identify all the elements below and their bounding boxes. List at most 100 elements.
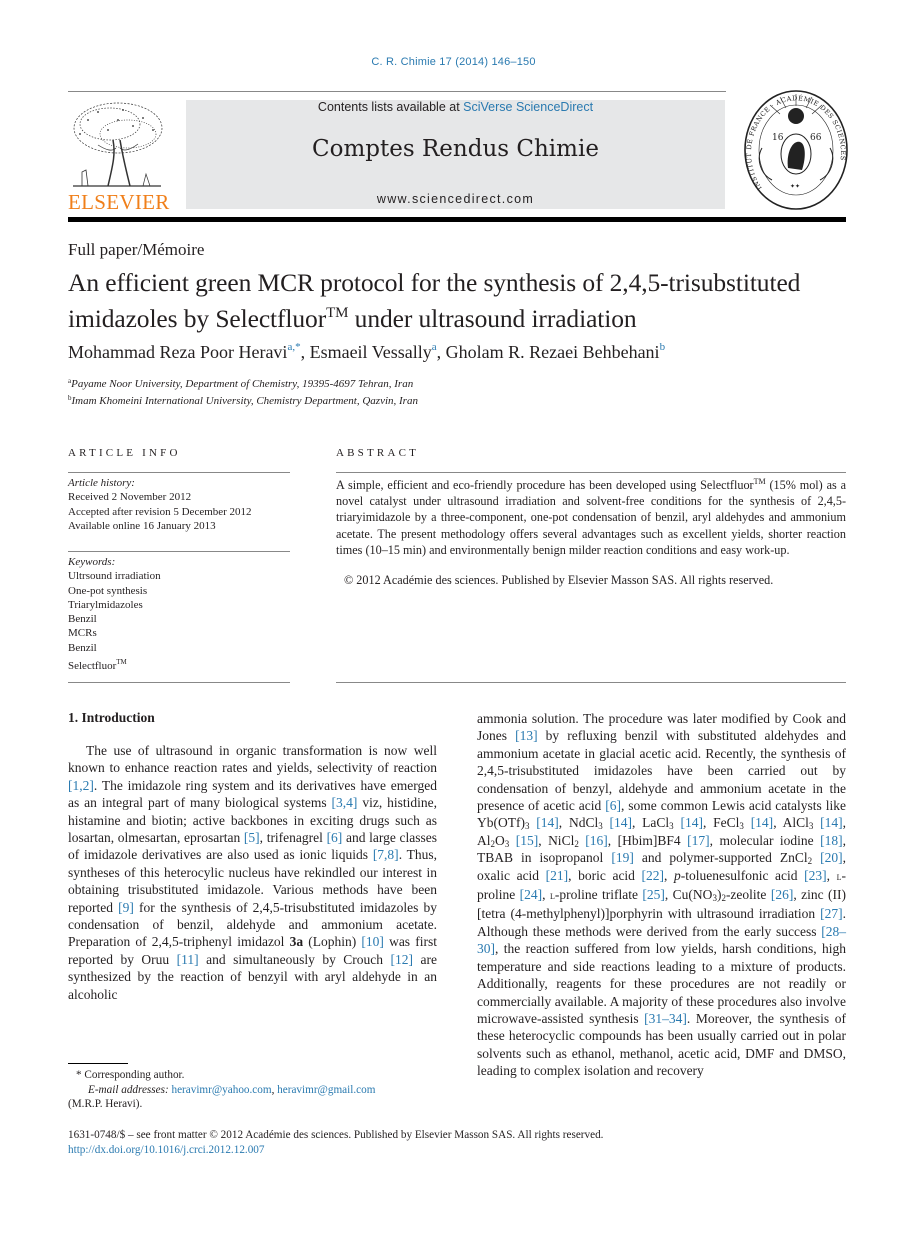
title-line-2-pre: imidazoles by Selectfluor <box>68 304 327 333</box>
affiliation: bImam Khomeini International University,… <box>68 391 418 408</box>
citation-link[interactable]: [31–34] <box>644 1011 687 1026</box>
citation-link[interactable]: [6] <box>327 830 343 845</box>
citation-link[interactable]: [9] <box>118 900 134 915</box>
article-info-rule <box>68 472 290 473</box>
abstract-tm: TM <box>753 477 766 486</box>
svg-text:16: 16 <box>772 133 784 143</box>
intro-paragraph: The use of ultrasound in organic transfo… <box>68 743 438 1002</box>
header-thick-rule <box>68 217 846 222</box>
keywords: Keywords: Ultrsound irradiation One-pot … <box>68 555 161 673</box>
footnote-rule <box>68 1063 128 1064</box>
citation-link[interactable]: [23] <box>804 868 827 883</box>
article-info-heading: ARTICLE INFO <box>68 447 181 459</box>
article-info-rule <box>68 682 290 683</box>
citation-link[interactable]: [27] <box>820 906 843 921</box>
email-label: E-mail addresses: <box>88 1083 169 1096</box>
citation-link[interactable]: [10] <box>361 934 384 949</box>
intro-paragraph-continued: ammonia solution. The procedure was late… <box>477 711 847 1079</box>
header-rule <box>68 91 726 92</box>
svg-text:✦✦: ✦✦ <box>790 183 800 190</box>
abstract-text-pre: A simple, efficient and eco-friendly pro… <box>336 478 754 492</box>
affiliation-text: Payame Noor University, Department of Ch… <box>71 378 414 390</box>
abstract-text: A simple, efficient and eco-friendly pro… <box>336 474 846 558</box>
contents-line: Contents lists available at SciVerse Sci… <box>186 100 725 114</box>
keyword: MCRs <box>68 627 97 640</box>
citation-link[interactable]: [22] <box>642 868 665 883</box>
svg-text:66: 66 <box>810 133 822 143</box>
citation-link[interactable]: [25] <box>642 887 665 902</box>
author-list: Mohammad Reza Poor Heravia,*, Esmaeil Ve… <box>68 341 666 362</box>
history-label: Article history: <box>68 477 135 489</box>
journal-url[interactable]: www.sciencedirect.com <box>186 192 725 206</box>
article-history: Article history: Received 2 November 201… <box>68 476 252 533</box>
email-link[interactable]: heravimr@yahoo.com <box>171 1084 271 1096</box>
elsevier-logo-text: ELSEVIER <box>68 190 170 214</box>
citation-link[interactable]: [16] <box>585 833 608 848</box>
sciencedirect-link[interactable]: SciVerse ScienceDirect <box>463 100 593 114</box>
citation-link[interactable]: [1,2] <box>68 778 94 793</box>
keywords-label: Keywords: <box>68 556 116 568</box>
academie-seal-icon: 16 66 ✦✦ INSTITUT DE FRANCE · ACADÉMIE D… <box>744 90 848 210</box>
keyword: Triarylmidazoles <box>68 598 143 611</box>
email-link[interactable]: heravimr@gmail.com <box>277 1084 375 1096</box>
citation-link[interactable]: [3,4] <box>332 795 358 810</box>
keyword: Benzil <box>68 613 97 626</box>
footnote: * Corresponding author. E-mail addresses… <box>68 1068 375 1112</box>
citation-link[interactable]: [19] <box>611 850 634 865</box>
keyword-tm: TM <box>116 658 127 667</box>
article-title: An efficient green MCR protocol for the … <box>68 267 858 334</box>
citation-link[interactable]: [21] <box>546 868 569 883</box>
citation-link[interactable]: [18] <box>820 833 843 848</box>
section-type: Full paper/Mémoire <box>68 240 205 259</box>
title-tm: TM <box>326 305 349 321</box>
keyword: One-pot synthesis <box>68 584 148 597</box>
citation-link[interactable]: [15] <box>516 833 539 848</box>
citation-link[interactable]: [12] <box>391 952 414 967</box>
title-line-2-post: under ultrasound irradiation <box>348 304 637 333</box>
abstract-rule <box>336 472 846 473</box>
history-item: Available online 16 January 2013 <box>68 519 216 532</box>
affiliation: aPayame Noor University, Department of C… <box>68 374 418 391</box>
front-matter: 1631-0748/$ – see front matter © 2012 Ac… <box>68 1128 603 1157</box>
corresponding-author-note: * Corresponding author. <box>76 1069 185 1081</box>
history-item: Accepted after revision 5 December 2012 <box>68 505 252 518</box>
citation-link[interactable]: [14] <box>751 815 774 830</box>
author-affil-mark[interactable]: a,* <box>287 341 300 353</box>
history-item: Received 2 November 2012 <box>68 491 192 504</box>
journal-title: Comptes Rendus Chimie <box>312 136 599 162</box>
citation-link[interactable]: [14] <box>820 815 843 830</box>
citation-link[interactable]: [5] <box>244 830 260 845</box>
email-line: E-mail addresses: heravimr@yahoo.com, he… <box>88 1083 376 1096</box>
author-affil-mark[interactable]: a <box>432 341 437 353</box>
author-name[interactable]: Gholam R. Rezaei Behbehani <box>446 342 660 362</box>
introduction-heading: 1. Introduction <box>68 710 155 725</box>
journal-reference[interactable]: C. R. Chimie 17 (2014) 146–150 <box>0 56 907 68</box>
citation-link[interactable]: [14] <box>610 815 633 830</box>
citation-link[interactable]: [20] <box>820 850 843 865</box>
author-name[interactable]: Mohammad Reza Poor Heravi <box>68 342 287 362</box>
citation-link[interactable]: [11] <box>177 952 199 967</box>
doi-link[interactable]: http://dx.doi.org/10.1016/j.crci.2012.12… <box>68 1144 265 1156</box>
citation-link[interactable]: [14] <box>680 815 703 830</box>
citation-link[interactable]: [17] <box>687 833 710 848</box>
citation-link[interactable]: [26] <box>771 887 794 902</box>
issn-line: 1631-0748/$ – see front matter © 2012 Ac… <box>68 1129 604 1141</box>
citation-link[interactable]: [24] <box>520 887 543 902</box>
elsevier-tree-logo-icon <box>68 100 166 190</box>
abstract-rule <box>336 682 846 683</box>
keyword: Ultrsound irradiation <box>68 570 161 583</box>
citation-link[interactable]: [14] <box>536 815 559 830</box>
citation-link[interactable]: [13] <box>515 728 538 743</box>
body-column-1: The use of ultrasound in organic transfo… <box>68 742 437 1003</box>
abstract-heading: ABSTRACT <box>336 447 420 459</box>
keyword-text: Selectfluor <box>68 660 117 673</box>
keyword: Benzil <box>68 641 97 654</box>
title-line-1: An efficient green MCR protocol for the … <box>68 268 801 297</box>
affiliation-text: Imam Khomeini International University, … <box>71 395 418 407</box>
author-affil-mark[interactable]: b <box>660 341 666 353</box>
keyword: SelectfluorTM <box>68 655 161 673</box>
citation-link[interactable]: [7,8] <box>373 847 399 862</box>
author-name[interactable]: Esmaeil Vessally <box>310 342 432 362</box>
citation-link[interactable]: [6] <box>605 798 621 813</box>
body-column-2: ammonia solution. The procedure was late… <box>477 710 846 1080</box>
